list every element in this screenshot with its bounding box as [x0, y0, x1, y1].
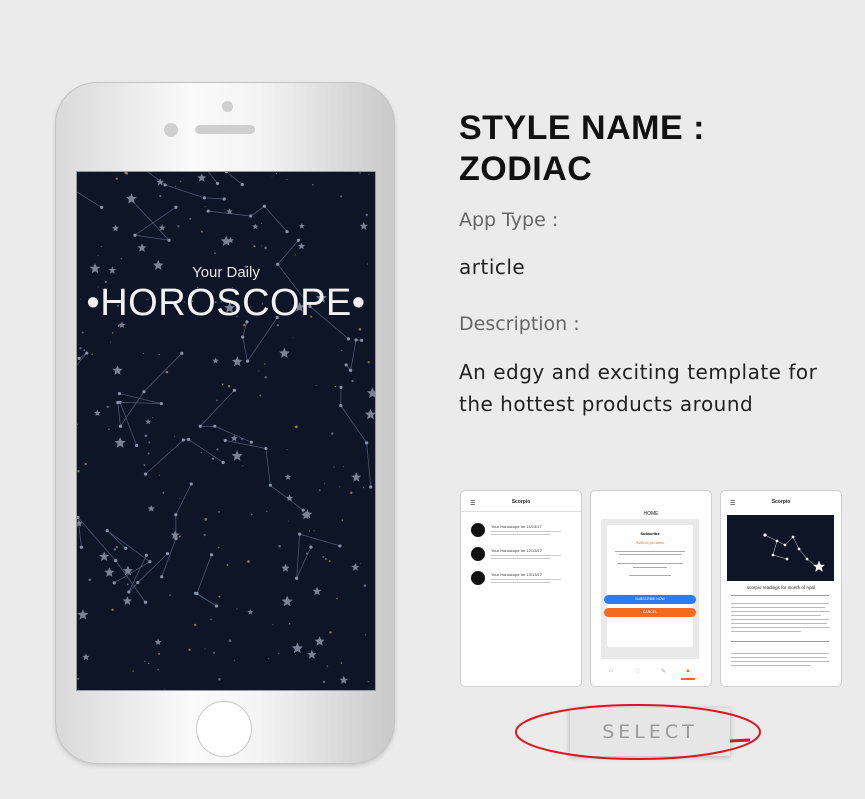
phone-mockup: Your Daily •HOROSCOPE• [55, 82, 395, 764]
constellation-image [727, 515, 834, 581]
list-item: Your Horoscope for 12/13/17 [471, 547, 573, 563]
screen-title: •HOROSCOPE• [86, 282, 366, 324]
wrench-icon: ✎ [661, 669, 667, 675]
home-icon: ⌂ [609, 668, 613, 674]
bottom-nav: ⌂ ♡ ✎ ▲ [591, 668, 711, 680]
select-button[interactable]: SELECT [570, 708, 730, 756]
thumbnail-subscribe-screen[interactable]: HOME Subscribe ₹499.00 per week SUBSCRIB… [590, 490, 712, 687]
list-item-title: Your Horoscope for 12/13/17 [491, 548, 542, 553]
thumb-header: Scorpio [511, 499, 531, 505]
app-type-label: App Type : [459, 209, 559, 231]
avatar [471, 571, 485, 585]
camera-lens [164, 123, 178, 137]
front-camera [222, 101, 233, 112]
user-icon: ▲ [685, 668, 691, 674]
thumbnail-article-screen[interactable]: ☰ Scorpio scorpio readings for month of … [720, 490, 842, 687]
subscribe-now-button: SUBSCRIBE NOW [604, 595, 696, 604]
cancel-button: CANCEL [604, 608, 696, 617]
list-item: Your Horoscope for 13/13/17 [471, 571, 573, 587]
home-button [196, 701, 252, 757]
list-item-title: Your Horoscope for 13/13/17 [491, 572, 542, 577]
thumb-header: Scorpio [771, 499, 791, 505]
earpiece-speaker [195, 125, 255, 134]
list-item-title: Your Horoscope for 11/13/17 [491, 524, 542, 529]
style-name-heading: STYLE NAME : ZODIAC [459, 109, 705, 188]
price-text: ₹499.00 per week [635, 541, 665, 545]
subscribe-body: Subscribe ₹499.00 per week SUBSCRIBE NOW… [601, 519, 699, 659]
app-type-value: article [459, 255, 526, 279]
description-value: An edgy and exciting template for the ho… [459, 360, 818, 416]
thumbnail-list-screen[interactable]: ☰ Scorpio Your Horoscope for 11/13/17 Yo… [460, 490, 582, 687]
article-caption: scorpio readings for month of April [746, 585, 816, 590]
constellation-background [77, 172, 375, 690]
avatar [471, 547, 485, 561]
screen-subtitle: Your Daily [192, 264, 260, 281]
description-label: Description : [459, 313, 580, 335]
card-title: Subscribe [640, 531, 660, 536]
thumb-header: HOME [643, 511, 659, 517]
list-item: Your Horoscope for 11/13/17 [471, 523, 573, 539]
avatar [471, 523, 485, 537]
subscribe-card: Subscribe ₹499.00 per week [607, 525, 693, 647]
heart-icon: ♡ [635, 669, 641, 675]
phone-screen: Your Daily •HOROSCOPE• [76, 171, 376, 691]
